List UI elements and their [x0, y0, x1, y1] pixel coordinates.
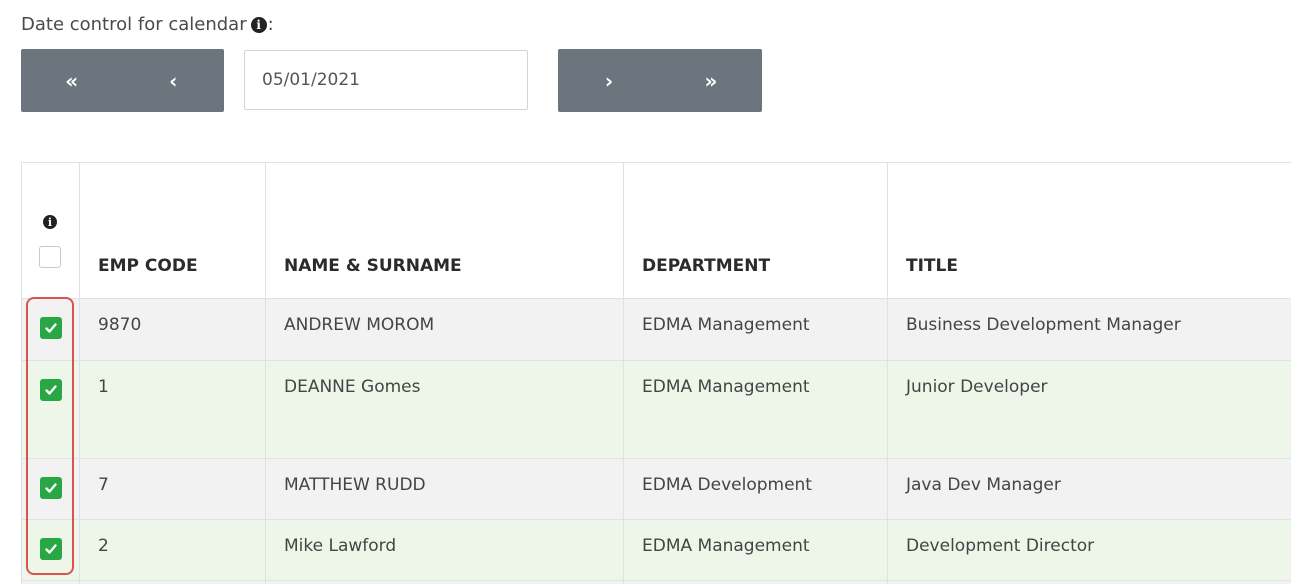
column-header-emp-code[interactable]: EMP CODE — [79, 162, 266, 299]
name-cell: ANDREW MOROM — [265, 298, 624, 361]
partial-cell — [79, 580, 266, 584]
title-cell: Junior Developer — [887, 360, 1291, 459]
partial-cell — [887, 580, 1291, 584]
column-header-name[interactable]: NAME & SURNAME — [265, 162, 624, 299]
emp-code-cell: 2 — [79, 519, 266, 581]
emp-code-cell: 9870 — [79, 298, 266, 361]
row-select-cell — [21, 360, 80, 459]
row-select-cell — [21, 458, 80, 520]
partial-cell — [265, 580, 624, 584]
employee-table: i EMP CODE NAME & SURNAME DEPARTMENT TIT… — [21, 162, 1291, 584]
info-icon[interactable]: i — [250, 16, 267, 33]
name-cell: Mike Lawford — [265, 519, 624, 581]
emp-code-cell: 7 — [79, 458, 266, 520]
nav-forward-group: › » — [558, 49, 762, 112]
first-page-button[interactable]: « — [21, 49, 123, 112]
last-page-button[interactable]: » — [660, 49, 762, 112]
previous-button[interactable]: ‹ — [123, 49, 225, 112]
check-icon — [45, 385, 57, 395]
partial-cell — [21, 580, 80, 584]
table-row: 2 Mike Lawford EDMA Management Developme… — [21, 519, 1291, 581]
title-cell: Development Director — [887, 519, 1291, 581]
column-header-department[interactable]: DEPARTMENT — [623, 162, 888, 299]
select-column-header: i — [21, 162, 80, 299]
table-row: 9870 ANDREW MOROM EDMA Management Busine… — [21, 298, 1291, 361]
page: Date control for calendar i : « ‹ › » i … — [0, 0, 1291, 584]
date-control-label-text: Date control for calendar — [21, 14, 247, 35]
nav-back-group: « ‹ — [21, 49, 224, 112]
table-row: 1 DEANNE Gomes EDMA Management Junior De… — [21, 360, 1291, 459]
date-control-label: Date control for calendar i : — [21, 14, 274, 35]
label-colon: : — [267, 14, 274, 35]
row-checkbox[interactable] — [40, 379, 62, 401]
table-header-row: i EMP CODE NAME & SURNAME DEPARTMENT TIT… — [21, 162, 1291, 299]
select-all-checkbox[interactable] — [39, 246, 61, 268]
row-select-cell — [21, 519, 80, 581]
check-icon — [45, 323, 57, 333]
partial-cell — [623, 580, 888, 584]
table-row: 7 MATTHEW RUDD EDMA Development Java Dev… — [21, 458, 1291, 520]
title-cell: Business Development Manager — [887, 298, 1291, 361]
row-checkbox[interactable] — [40, 477, 62, 499]
check-icon — [45, 544, 57, 554]
department-cell: EDMA Management — [623, 360, 888, 459]
name-cell: DEANNE Gomes — [265, 360, 624, 459]
row-select-cell — [21, 298, 80, 361]
name-cell: MATTHEW RUDD — [265, 458, 624, 520]
title-cell: Java Dev Manager — [887, 458, 1291, 520]
next-button[interactable]: › — [558, 49, 660, 112]
employee-table-container: i EMP CODE NAME & SURNAME DEPARTMENT TIT… — [21, 162, 1291, 584]
department-cell: EDMA Management — [623, 519, 888, 581]
department-cell: EDMA Development — [623, 458, 888, 520]
check-icon — [45, 483, 57, 493]
column-info-icon[interactable]: i — [43, 215, 57, 229]
department-cell: EDMA Management — [623, 298, 888, 361]
date-input[interactable] — [244, 50, 528, 110]
column-header-title[interactable]: TITLE — [887, 162, 1291, 299]
emp-code-cell: 1 — [79, 360, 266, 459]
row-checkbox[interactable] — [40, 317, 62, 339]
table-row-partial — [21, 580, 1291, 584]
row-checkbox[interactable] — [40, 538, 62, 560]
